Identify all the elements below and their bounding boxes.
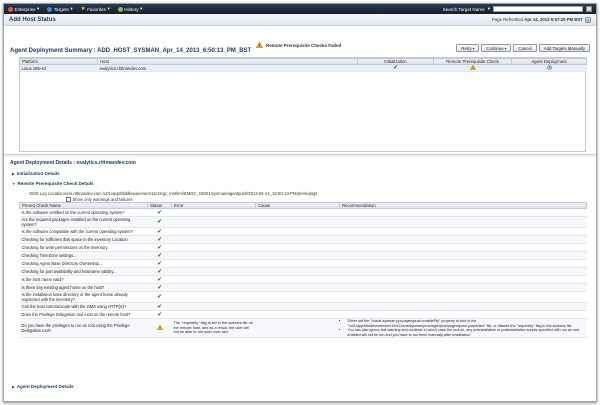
chevron-down-icon: ▾ [472, 47, 475, 51]
prereq-checks-table: Prereq Check Name Status Error Cause Rec… [19, 202, 587, 338]
chevron-down-icon: ▾ [36, 6, 40, 11]
continue-button[interactable]: Continue▾ [481, 44, 512, 52]
star-icon: ★ [80, 6, 86, 12]
recommendation-item: You can also ignore this warning and con… [348, 328, 585, 337]
initialization-details-toggle[interactable]: ▶ Initialization Details [12, 171, 60, 176]
checkmark-icon: ✔ [157, 219, 162, 225]
table-row[interactable]: Checking TimeZone settings... ✔ [19, 251, 587, 260]
chevron-down-icon: ▾ [504, 47, 507, 51]
enterprise-icon [8, 6, 13, 12]
table-row[interactable]: Is the host name valid? ✔ [19, 275, 587, 284]
remote-prereq-details-toggle[interactable]: ▼ Remote Prerequisite Check Details [12, 181, 94, 186]
chevron-down-icon[interactable]: ▾ [488, 6, 490, 12]
deployment-details-title: Agent Deployment Details : exalytics.rit… [10, 160, 136, 166]
host-cell: exalytics.rittmandev.com [97, 64, 358, 72]
recommendation-item: Either set the "oracle.sysman.prov.agent… [348, 319, 585, 328]
menu-label: History [124, 6, 139, 12]
chevron-down-icon: ▾ [140, 6, 143, 11]
checkmark-icon: ✔ [157, 236, 162, 243]
warning-message: Remote Prerequisite Checks Failed [256, 42, 341, 48]
add-targets-manually-button[interactable]: Add Targets Manually [538, 44, 590, 52]
agent-deployment-details-toggle[interactable]: ▶ Agent Deployment Details [12, 384, 74, 389]
splitter[interactable] [4, 154, 596, 157]
page-title: Add Host Status [9, 16, 56, 23]
checkmark-icon: ✔ [157, 260, 162, 267]
checkmark-icon: ✔ [157, 284, 162, 291]
checkmark-icon: ✔ [157, 244, 162, 251]
platform-cell: Linux x86-64 [19, 64, 98, 72]
table-row[interactable]: Checking for port availability and hostn… [19, 267, 587, 276]
refresh-button[interactable]: ⟳ [585, 16, 591, 23]
checkmark-icon: ✔ [157, 209, 162, 216]
recommendation-cell: Either set the "oracle.sysman.prov.agent… [339, 318, 587, 338]
menu-history[interactable]: History ▾ [117, 6, 143, 12]
search-input[interactable] [493, 6, 583, 12]
log-location-label: OMS Log Location [29, 191, 64, 196]
menu-favorites[interactable]: ★ Favorites ▾ [81, 6, 110, 12]
search-label: Search Target Name [442, 6, 485, 12]
history-icon [117, 6, 123, 12]
table-row[interactable]: Can the host communicate with the OMS us… [19, 302, 587, 311]
page-header: Add Host Status Page Refreshed Apr 14, 2… [4, 14, 596, 26]
menu-targets[interactable]: Targets ▾ [47, 6, 73, 12]
table-row[interactable]: Does the Privilege Delegation tool exist… [19, 310, 587, 319]
menu-enterprise[interactable]: Enterprise ▾ [8, 6, 39, 12]
table-row[interactable]: Are the required packages installed on t… [19, 216, 587, 228]
table-row[interactable]: Is the software certified on the current… [19, 208, 587, 217]
table-row[interactable]: Checking for write permissions on the in… [19, 243, 587, 252]
retry-button[interactable]: Retry▾ [456, 44, 480, 52]
table-row[interactable]: Is the software compatible with the curr… [19, 227, 587, 236]
checkmark-icon: ✔ [157, 228, 162, 235]
summary-table: Platform Host Initialization Remote Prer… [19, 58, 587, 72]
menu-label: Enterprise [14, 6, 36, 12]
chevron-down-icon: ▾ [107, 6, 110, 11]
table-row[interactable]: Do you have the privileges to run as roo… [19, 318, 587, 338]
warning-icon [156, 324, 163, 331]
warning-icon[interactable] [469, 64, 476, 71]
menu-label: Targets [53, 6, 69, 12]
search-go-button[interactable]: → [586, 6, 592, 12]
expand-triangle-icon: ▶ [12, 171, 15, 176]
checkmark-icon: ✔ [157, 303, 162, 310]
menu-label: Favorites [87, 6, 106, 12]
checkmark-icon: ✔ [393, 65, 398, 71]
table-row[interactable]: Is there any existing agent home on the … [19, 283, 587, 292]
pending-clock-icon [546, 65, 552, 70]
table-row[interactable]: Linux x86-64 exalytics.rittmandev.com ✔ [19, 64, 587, 72]
table-row[interactable]: Is the installation base directory or th… [19, 291, 587, 303]
collapse-triangle-icon: ▼ [12, 181, 16, 186]
table-row[interactable]: Checking for sufficient disk space in th… [19, 235, 587, 244]
chevron-down-icon: ▾ [70, 6, 73, 11]
checkmark-icon: ✔ [157, 311, 162, 318]
checkmark-icon: ✔ [157, 294, 162, 300]
log-location-value: oem.rittmandev.com:/u01/app/Middleware/o… [64, 191, 318, 196]
targets-icon [47, 6, 53, 12]
error-cell: The "requiretty" flag is set in the sudo… [171, 318, 256, 338]
cancel-button[interactable]: Cancel [513, 44, 537, 52]
refresh-status: Page Refreshed Apr 14, 2013 6:57:20 PM B… [491, 17, 583, 22]
warning-text: Remote Prerequisite Checks Failed [266, 42, 342, 48]
checkmark-icon: ✔ [157, 252, 162, 259]
expand-triangle-icon: ▶ [12, 384, 15, 389]
table-row[interactable]: Checking Agent Base Directory Ownership.… [19, 259, 587, 268]
deployment-summary-title: Agent Deployment Summary : ADD_HOST_SYSM… [10, 48, 252, 54]
warning-icon [256, 42, 263, 48]
global-menu-bar: Enterprise ▾ Targets ▾ ★ Favorites ▾ History… [4, 4, 596, 14]
window: Enterprise ▾ Targets ▾ ★ Favorites ▾ History… [3, 3, 597, 402]
checkmark-icon: ✔ [157, 268, 162, 275]
checkmark-icon: ✔ [157, 276, 162, 283]
action-buttons: Retry▾ Continue▾ Cancel Add Targets Manu… [456, 44, 590, 52]
